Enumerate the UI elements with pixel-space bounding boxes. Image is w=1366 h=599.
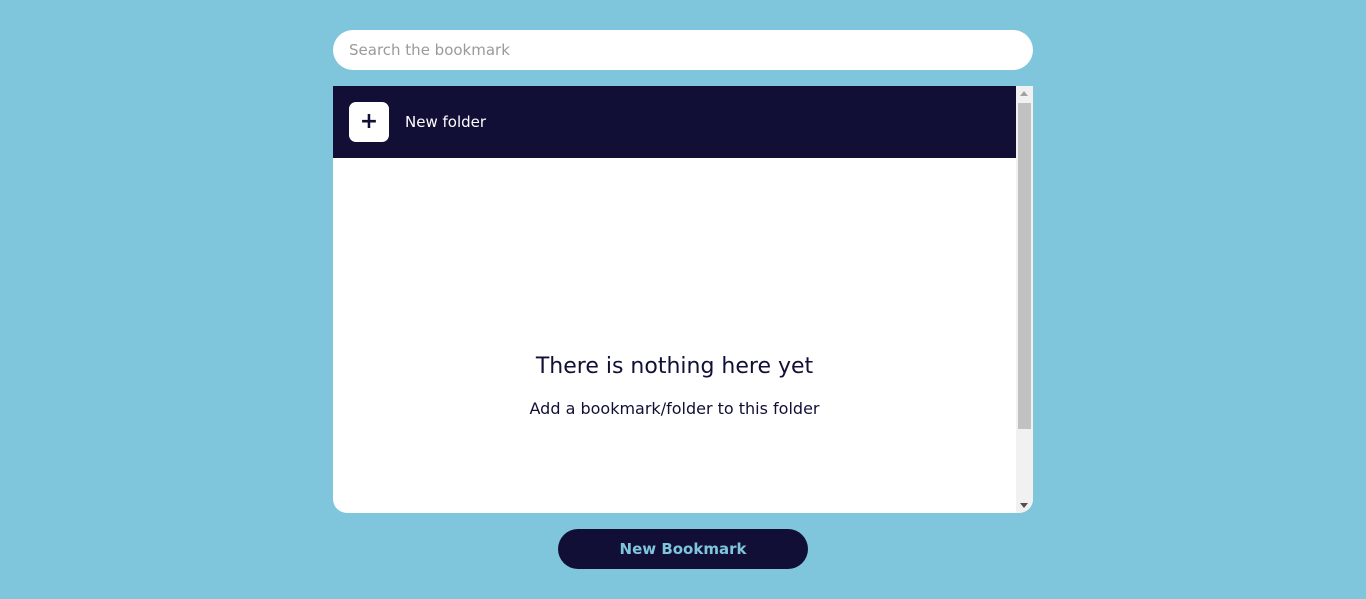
scroll-up-arrow-icon[interactable] — [1020, 91, 1028, 96]
scroll-down-arrow-icon[interactable] — [1020, 503, 1028, 508]
add-folder-button[interactable]: + — [349, 102, 389, 142]
empty-state-subtitle: Add a bookmark/folder to this folder — [529, 399, 820, 418]
vertical-scrollbar[interactable] — [1016, 86, 1033, 513]
plus-icon: + — [359, 109, 379, 134]
scrollbar-thumb[interactable] — [1018, 103, 1031, 429]
new-bookmark-button[interactable]: New Bookmark — [558, 529, 808, 569]
empty-state: There is nothing here yet Add a bookmark… — [333, 158, 1016, 513]
bookmark-panel: + New folder There is nothing here yet A… — [333, 86, 1033, 513]
search-input[interactable] — [333, 30, 1033, 70]
new-folder-label: New folder — [405, 113, 487, 131]
search-bar — [333, 30, 1033, 70]
empty-state-title: There is nothing here yet — [535, 354, 814, 379]
new-folder-row[interactable]: + New folder — [333, 86, 1016, 158]
